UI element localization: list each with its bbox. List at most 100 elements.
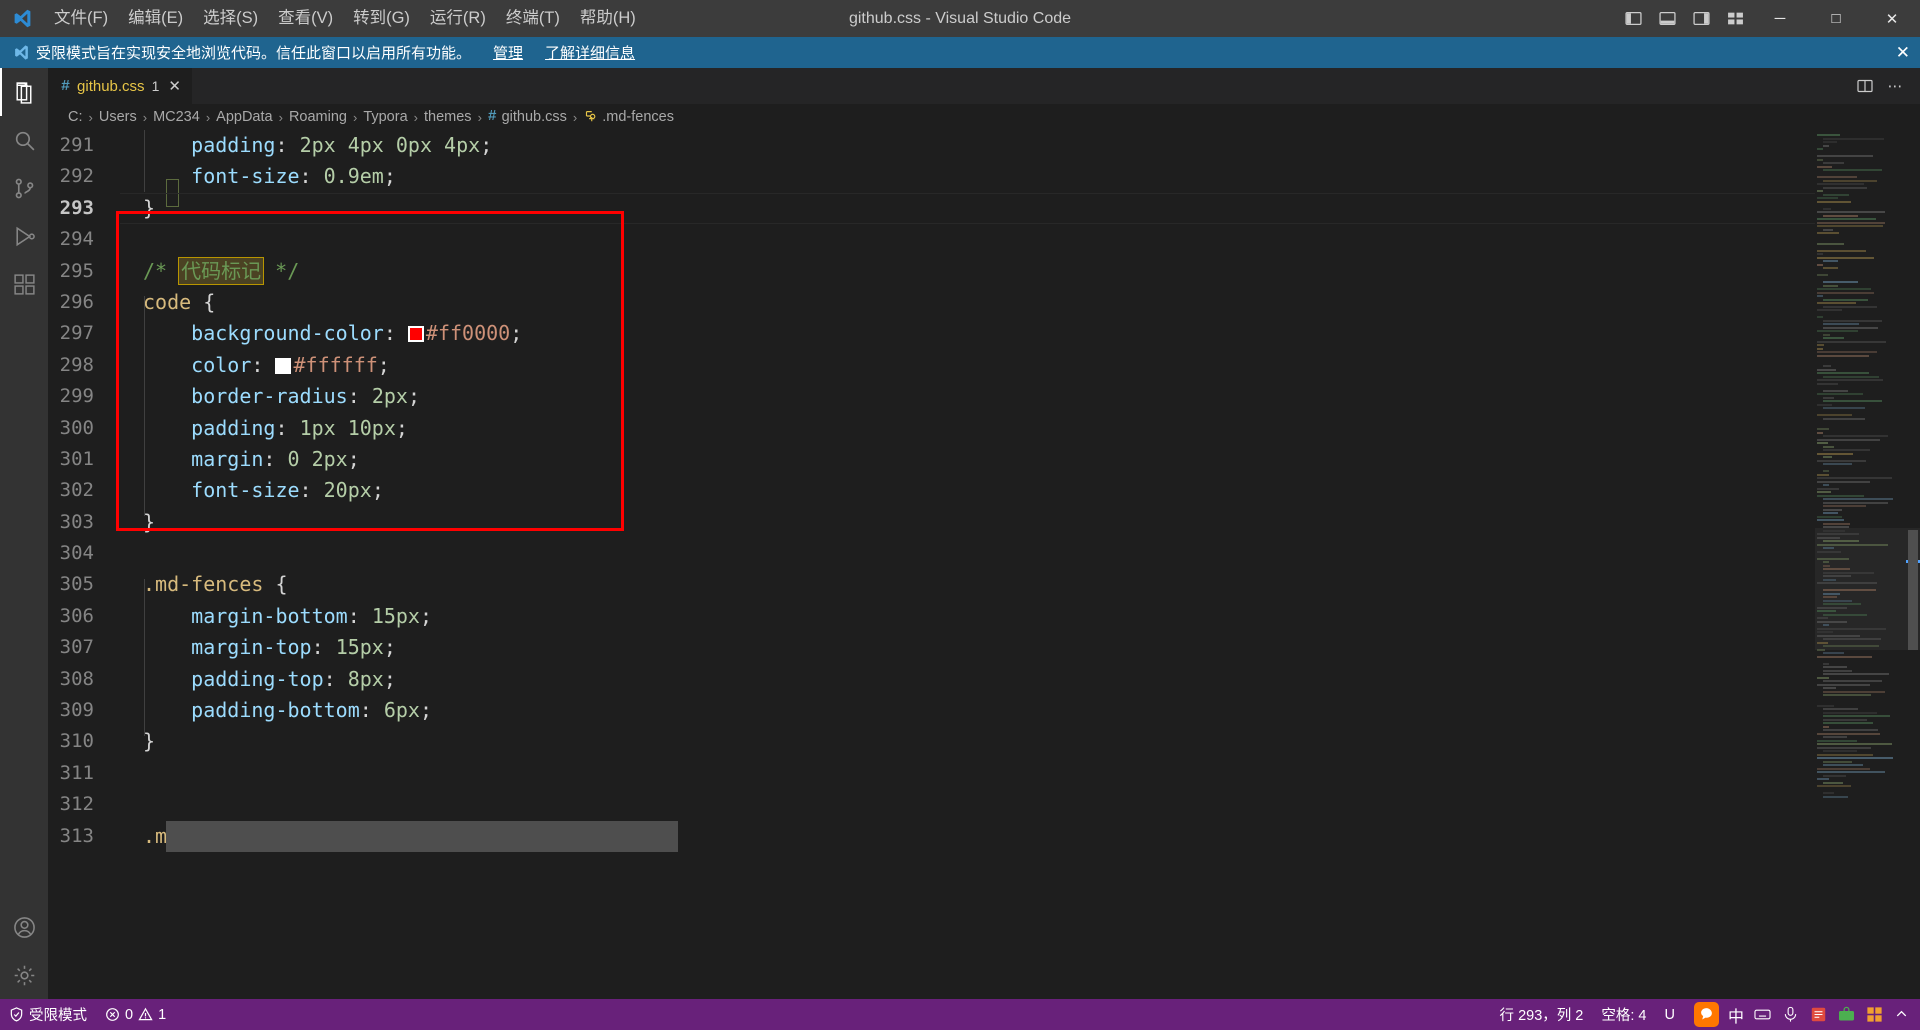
status-editor-encoding[interactable]: U bbox=[1656, 999, 1684, 1030]
menu-goto[interactable]: 转到(G) bbox=[343, 0, 420, 37]
breadcrumb-item-3[interactable]: AppData bbox=[216, 109, 272, 125]
code-line-text: margin-top: 15px; bbox=[120, 632, 396, 663]
search-icon[interactable] bbox=[0, 116, 48, 164]
code-token: : bbox=[251, 352, 276, 377]
menu-edit[interactable]: 编辑(E) bbox=[118, 0, 193, 37]
breadcrumb-item-5[interactable]: Typora bbox=[363, 109, 407, 125]
source-control-icon[interactable] bbox=[0, 164, 48, 212]
maximize-button[interactable]: □ bbox=[1808, 0, 1864, 37]
banner-learn-more-link[interactable]: 了解详细信息 bbox=[545, 42, 635, 63]
color-swatch[interactable] bbox=[275, 357, 292, 374]
breadcrumb-item-4[interactable]: Roaming bbox=[289, 109, 347, 125]
code-token: } bbox=[143, 195, 156, 220]
code-line[interactable]: 300 padding: 1px 10px; bbox=[48, 413, 1815, 444]
toolbox-icon[interactable] bbox=[1837, 1005, 1856, 1024]
code-viewport[interactable]: 291 padding: 2px 4px 0px 4px; 292 font-si… bbox=[48, 130, 1815, 999]
code-line[interactable]: 308 padding-top: 8px; bbox=[48, 664, 1815, 695]
minimap-row bbox=[1823, 508, 1842, 511]
minimap-row bbox=[1817, 263, 1823, 266]
code-line[interactable]: 294 bbox=[48, 224, 1815, 255]
minimap[interactable] bbox=[1815, 130, 1920, 999]
tab-close-icon[interactable]: ✕ bbox=[168, 79, 181, 94]
breadcrumb-item-1[interactable]: Users bbox=[99, 109, 137, 125]
code-line[interactable]: 296 code { bbox=[48, 287, 1815, 318]
minimap-row bbox=[1823, 498, 1893, 500]
color-swatch[interactable] bbox=[407, 326, 424, 343]
ime-language-indicator[interactable]: 中 bbox=[1728, 1003, 1744, 1027]
minimize-button[interactable]: ─ bbox=[1752, 0, 1808, 37]
code-line[interactable]: 309 padding-bottom: 6px; bbox=[48, 695, 1815, 726]
explorer-icon[interactable] bbox=[0, 68, 48, 116]
status-editor-position[interactable]: 行 293，列 2 bbox=[1491, 999, 1593, 1030]
shield-icon bbox=[9, 1007, 24, 1022]
banner-close-icon[interactable]: ✕ bbox=[1896, 37, 1910, 68]
notes-icon[interactable] bbox=[1809, 1005, 1828, 1024]
breadcrumb-item-0[interactable]: C: bbox=[68, 109, 83, 125]
accounts-icon[interactable] bbox=[0, 903, 48, 951]
code-line[interactable]: 312 bbox=[48, 789, 1815, 820]
menu-file[interactable]: 文件(F) bbox=[44, 0, 118, 37]
code-line[interactable]: 301 margin: 0 2px; bbox=[48, 444, 1815, 475]
code-line[interactable]: 311 bbox=[48, 758, 1815, 789]
banner-manage-link[interactable]: 管理 bbox=[493, 42, 523, 63]
microphone-icon[interactable] bbox=[1781, 1005, 1800, 1024]
code-line[interactable]: 306 margin-bottom: 15px; bbox=[48, 601, 1815, 632]
menu-run[interactable]: 运行(R) bbox=[420, 0, 496, 37]
chevron-up-icon[interactable] bbox=[1893, 1006, 1910, 1023]
customize-layout-icon[interactable] bbox=[1718, 0, 1752, 37]
toggle-secondary-sidebar-icon[interactable] bbox=[1684, 0, 1718, 37]
split-editor-icon[interactable] bbox=[1852, 73, 1878, 99]
menu-help[interactable]: 帮助(H) bbox=[570, 0, 646, 37]
code-line[interactable]: 307 margin-top: 15px; bbox=[48, 632, 1815, 663]
minimap-row bbox=[1823, 599, 1852, 602]
run-and-debug-icon[interactable] bbox=[0, 212, 48, 260]
minimap-row bbox=[1817, 477, 1892, 479]
menu-bar[interactable]: 文件(F) 编辑(E) 选择(S) 查看(V) 转到(G) 运行(R) 终端(T… bbox=[44, 0, 646, 37]
sogou-ime-icon[interactable] bbox=[1693, 1002, 1719, 1027]
code-line[interactable]: 302 font-size: 20px; bbox=[48, 475, 1815, 506]
status-problems[interactable]: 0 1 bbox=[96, 999, 175, 1030]
minimap-row bbox=[1817, 473, 1830, 476]
code-line[interactable]: 298 color: #ffffff; bbox=[48, 350, 1815, 381]
status-restricted-mode[interactable]: 受限模式 bbox=[0, 999, 96, 1030]
code-line[interactable]: 299 border-radius: 2px; bbox=[48, 381, 1815, 412]
toggle-panel-icon[interactable] bbox=[1650, 0, 1684, 37]
apps-icon[interactable] bbox=[1865, 1005, 1884, 1024]
breadcrumb-item-6[interactable]: themes bbox=[424, 109, 472, 125]
extensions-icon[interactable] bbox=[0, 260, 48, 308]
code-line[interactable]: 295 /* 代码标记 */ bbox=[48, 256, 1815, 287]
code-line[interactable]: 292 font-size: 0.9em; bbox=[48, 161, 1815, 192]
minimap-row bbox=[1823, 207, 1831, 210]
code-line[interactable]: 297 background-color: #ff0000; bbox=[48, 318, 1815, 349]
code-line[interactable]: 305 .md-fences { bbox=[48, 569, 1815, 600]
code-token: : bbox=[347, 384, 372, 409]
code-token: padding bbox=[191, 133, 276, 157]
status-editor-indentation[interactable]: 空格: 4 bbox=[1592, 999, 1655, 1030]
code-line[interactable]: 313 .md-task-list-item > input { bbox=[48, 821, 1815, 852]
minimap-row bbox=[1817, 288, 1871, 290]
menu-view[interactable]: 查看(V) bbox=[268, 0, 343, 37]
minimap-row bbox=[1823, 137, 1884, 140]
editor-scrollbar-thumb[interactable] bbox=[1908, 530, 1918, 650]
menu-selection[interactable]: 选择(S) bbox=[193, 0, 268, 37]
close-button[interactable]: ✕ bbox=[1864, 0, 1920, 37]
keyboard-icon[interactable] bbox=[1753, 1005, 1772, 1024]
menu-terminal[interactable]: 终端(T) bbox=[496, 0, 570, 37]
code-line[interactable]: 303} bbox=[48, 507, 1815, 538]
code-line[interactable]: 310} bbox=[48, 726, 1815, 757]
code-lines[interactable]: 291 padding: 2px 4px 0px 4px; 292 font-si… bbox=[48, 130, 1815, 852]
breadcrumb-item-7[interactable]: # github.css bbox=[488, 109, 567, 125]
breadcrumb-item-2[interactable]: MC234 bbox=[153, 109, 200, 125]
toggle-primary-sidebar-icon[interactable] bbox=[1616, 0, 1650, 37]
minimap-row bbox=[1823, 417, 1866, 420]
breadcrumb-item-8[interactable]: .md-fences bbox=[583, 109, 674, 126]
code-line[interactable]: 304 bbox=[48, 538, 1815, 569]
more-actions-icon[interactable]: ⋯ bbox=[1882, 73, 1908, 99]
tab-github-css[interactable]: # github.css 1 ✕ bbox=[48, 68, 193, 104]
code-line[interactable]: 291 padding: 2px 4px 0px 4px; bbox=[48, 130, 1815, 161]
settings-gear-icon[interactable] bbox=[0, 951, 48, 999]
code-line[interactable]: 293} bbox=[48, 193, 1815, 224]
